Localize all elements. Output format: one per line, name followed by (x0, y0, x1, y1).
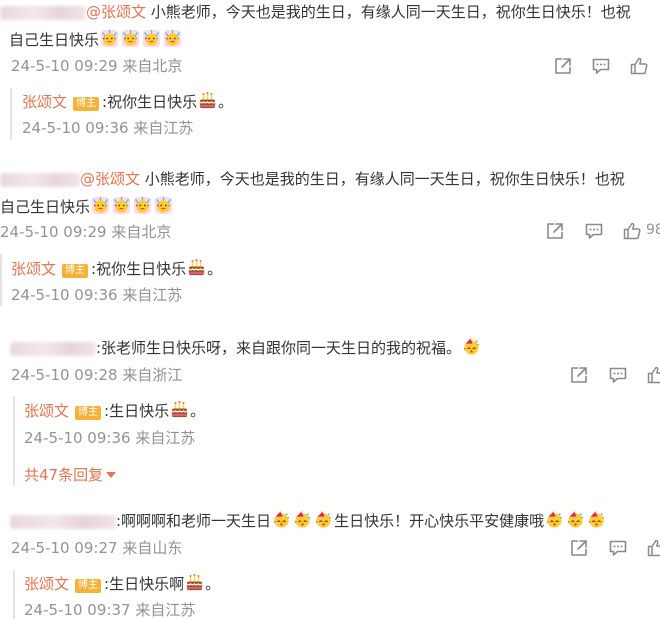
reply-username[interactable]: 张颂文 (22, 93, 67, 111)
party-face-emoji (314, 510, 333, 529)
cake-emoji (170, 400, 189, 419)
author-badge: 博主 (75, 406, 102, 420)
comment-icon[interactable] (591, 56, 611, 76)
reply-meta: 24-5-10 09:36 来自江苏 (24, 428, 195, 448)
comment-actions (0, 538, 660, 562)
more-replies-link[interactable]: 共47条回复 (24, 465, 117, 485)
like-icon[interactable] (646, 538, 660, 558)
comment-actions (0, 365, 660, 389)
like-icon[interactable] (646, 365, 660, 385)
reply-text: :生日快乐 (104, 402, 170, 420)
cake-emoji (198, 91, 217, 110)
reply-time: 24-5-10 09:36 (11, 286, 118, 304)
comment-actions: 98 (0, 221, 660, 245)
like-icon[interactable] (622, 221, 642, 241)
reply-meta: 24-5-10 09:37 来自江苏 (24, 600, 195, 619)
comment-item: @张颂文 小熊老师，今天也是我的生日，有缘人同一天生日，祝你生日快乐！也祝 自己… (0, 0, 660, 150)
comment-text-continued: 自己生日快乐 (0, 198, 91, 216)
reply-meta: 24-5-10 09:36 来自江苏 (22, 118, 193, 138)
comment-item: @张颂文 小熊老师，今天也是我的生日，有缘人同一天生日，祝你生日快乐！也祝 自己… (0, 158, 660, 308)
celebrate-emoji (142, 29, 161, 48)
comment-text-tail: 生日快乐！开心快乐平安健康哦 (334, 512, 545, 530)
cake-emoji (185, 573, 204, 592)
comment-text-line: :啊啊啊和老师一天生日 生日快乐！开心快乐平安健康哦 (10, 510, 607, 531)
reply-meta: 24-5-10 09:36 来自江苏 (11, 285, 182, 305)
comment-icon[interactable] (608, 365, 628, 385)
more-replies-label: 共47条回复 (24, 466, 104, 484)
comment-text-line: :张老师生日快乐呀，来自跟你同一天生日的我的祝福。 (10, 337, 482, 358)
celebrate-emoji (133, 196, 152, 215)
author-badge: 博主 (62, 264, 89, 278)
celebrate-emoji (112, 196, 131, 215)
reply-line: 张颂文 博主:生日快乐啊。 (24, 573, 221, 593)
share-icon[interactable] (553, 56, 573, 76)
comment-feed: @张颂文 小熊老师，今天也是我的生日，有缘人同一天生日，祝你生日快乐！也祝 自己… (0, 0, 660, 619)
reply-location: 来自江苏 (135, 601, 196, 619)
comment-text-line-2: 自己生日快乐 (9, 29, 183, 50)
reply-time: 24-5-10 09:36 (24, 429, 131, 447)
reply-username[interactable]: 张颂文 (24, 402, 69, 420)
comment-text: 小熊老师，今天也是我的生日，有缘人同一天生日，祝你生日快乐！也祝 (146, 3, 631, 21)
author-badge: 博主 (75, 579, 102, 593)
reply-line: 张颂文 博主:生日快乐。 (24, 400, 206, 420)
reply-text: :生日快乐啊 (104, 575, 185, 593)
comment-text-line-2: 自己生日快乐 (0, 196, 174, 217)
reply-time: 24-5-10 09:37 (24, 601, 131, 619)
reply-time: 24-5-10 09:36 (22, 119, 129, 137)
comment-text: :啊啊啊和老师一天生日 (116, 512, 272, 530)
like-count: 98 (646, 222, 660, 238)
reply-line: 张颂文 博主:祝你生日快乐。 (11, 258, 223, 278)
blurred-username (10, 341, 96, 356)
reply-line: 张颂文 博主:祝你生日快乐。 (22, 91, 234, 111)
comment-item: :啊啊啊和老师一天生日 生日快乐！开心快乐平安健康哦 24-5-10 09:27 … (0, 500, 660, 619)
celebrate-emoji (100, 29, 119, 48)
comment-text: :张老师生日快乐呀，来自跟你同一天生日的我的祝福。 (96, 339, 462, 357)
share-icon[interactable] (545, 221, 565, 241)
reply-username[interactable]: 张颂文 (11, 260, 56, 278)
comment-text: 小熊老师，今天也是我的生日，有缘人同一天生日，祝你生日快乐！也祝 (140, 170, 625, 188)
party-face-emoji (566, 510, 585, 529)
mention-link[interactable]: @张颂文 (86, 3, 146, 21)
comment-text-line: @张颂文 小熊老师，今天也是我的生日，有缘人同一天生日，祝你生日快乐！也祝 (0, 2, 631, 22)
blurred-username (0, 172, 80, 187)
share-icon[interactable] (569, 538, 589, 558)
like-icon[interactable] (629, 56, 649, 76)
reply-text: :祝你生日快乐 (91, 260, 187, 278)
party-face-emoji (293, 510, 312, 529)
celebrate-emoji (121, 29, 140, 48)
party-face-emoji (462, 337, 481, 356)
reply-location: 来自江苏 (122, 286, 183, 304)
blurred-username (10, 514, 116, 529)
chevron-down-icon (106, 472, 117, 478)
party-face-emoji (587, 510, 606, 529)
party-face-emoji (272, 510, 291, 529)
comment-icon[interactable] (608, 538, 628, 558)
comment-text-continued: 自己生日快乐 (9, 31, 100, 49)
comment-item: :张老师生日快乐呀，来自跟你同一天生日的我的祝福。 24-5-10 09:28 … (0, 330, 660, 490)
blurred-username (0, 5, 86, 20)
celebrate-emoji (154, 196, 173, 215)
author-badge: 博主 (73, 97, 100, 111)
celebrate-emoji (163, 29, 182, 48)
party-face-emoji (545, 510, 564, 529)
reply-location: 来自江苏 (135, 429, 196, 447)
reply-text: :祝你生日快乐 (102, 93, 198, 111)
comment-text-line: @张颂文 小熊老师，今天也是我的生日，有缘人同一天生日，祝你生日快乐！也祝 (0, 169, 625, 189)
celebrate-emoji (91, 196, 110, 215)
reply-location: 来自江苏 (133, 119, 194, 137)
share-icon[interactable] (569, 365, 589, 385)
comment-icon[interactable] (584, 221, 604, 241)
cake-emoji (187, 258, 206, 277)
reply-username[interactable]: 张颂文 (24, 575, 69, 593)
mention-link[interactable]: @张颂文 (80, 170, 140, 188)
comment-actions (0, 56, 660, 80)
